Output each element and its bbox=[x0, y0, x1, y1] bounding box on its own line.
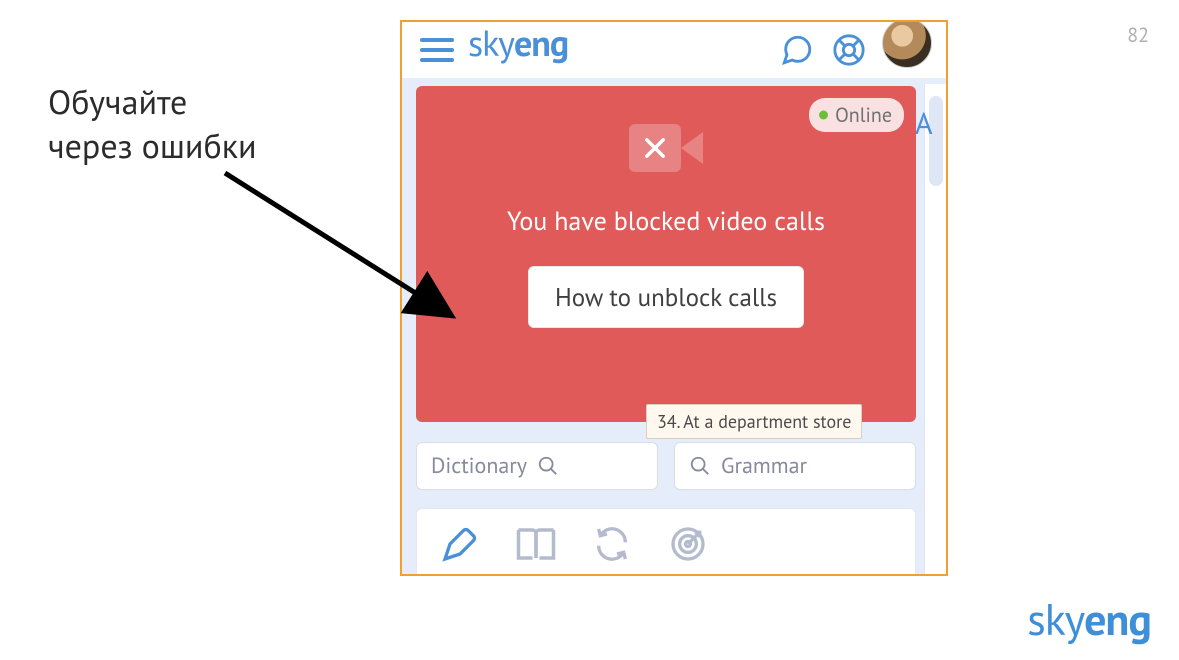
lesson-tooltip: 34. At a department store bbox=[646, 404, 862, 439]
unblock-calls-button[interactable]: How to unblock calls bbox=[528, 266, 804, 328]
book-icon[interactable] bbox=[515, 523, 557, 565]
brand-logo: skyeng bbox=[1027, 591, 1151, 648]
menu-icon[interactable] bbox=[420, 35, 454, 65]
dictionary-button[interactable]: Dictionary bbox=[416, 442, 658, 490]
pen-icon[interactable] bbox=[439, 523, 481, 565]
app-logo-light: sky bbox=[468, 20, 514, 66]
search-row: Dictionary Grammar bbox=[416, 442, 916, 490]
brand-bold: eng bbox=[1084, 591, 1151, 648]
sidebar-right-stub: A bbox=[924, 84, 946, 574]
video-blocked-card: Online You have blocked video calls How … bbox=[416, 86, 916, 422]
slide-number: 82 bbox=[1127, 22, 1149, 48]
annotation-line-2: через ошибки bbox=[48, 124, 257, 168]
right-col-initial: A bbox=[915, 104, 933, 143]
search-icon bbox=[689, 455, 711, 477]
annotation-text: Обучайте через ошибки bbox=[48, 80, 257, 168]
app-logo: skyeng bbox=[468, 20, 568, 66]
camera-x-icon bbox=[629, 116, 703, 180]
brand-light: sky bbox=[1027, 591, 1084, 648]
avatar[interactable] bbox=[882, 20, 932, 68]
annotation-line-1: Обучайте bbox=[48, 80, 187, 124]
target-icon[interactable] bbox=[667, 523, 709, 565]
app-logo-bold: eng bbox=[514, 20, 568, 66]
app-screenshot: skyeng A Online You have blocked video c… bbox=[400, 20, 948, 576]
grammar-button[interactable]: Grammar bbox=[674, 442, 916, 490]
status-badge: Online bbox=[809, 98, 904, 132]
grammar-label: Grammar bbox=[721, 452, 807, 480]
help-icon[interactable] bbox=[830, 31, 868, 69]
error-title: You have blocked video calls bbox=[436, 205, 896, 238]
search-icon bbox=[537, 455, 559, 477]
refresh-icon[interactable] bbox=[591, 523, 633, 565]
dictionary-label: Dictionary bbox=[431, 452, 527, 480]
chat-icon[interactable] bbox=[778, 31, 816, 69]
status-label: Online bbox=[835, 102, 892, 128]
bottom-toolbar bbox=[416, 508, 916, 576]
app-topbar: skyeng bbox=[402, 22, 946, 78]
